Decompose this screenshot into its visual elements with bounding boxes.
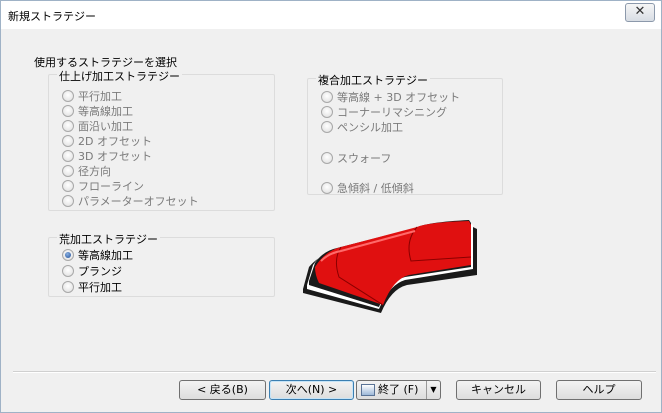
finish-button[interactable]: 終了 (F) ▼ — [356, 380, 441, 400]
radio-combined-swarf[interactable]: スウォーフ — [321, 151, 391, 165]
finish-label: 終了 (F) — [378, 383, 419, 396]
radio-button — [321, 152, 333, 164]
radio-button — [62, 265, 74, 277]
radio-finishing-radial[interactable]: 径方向 — [62, 164, 111, 178]
radio-finishing-parallel[interactable]: 平行加工 — [62, 89, 122, 103]
radio-finishing-parameter-offset[interactable]: パラメーターオフセット — [62, 194, 199, 208]
radio-button — [321, 121, 333, 133]
radio-button — [62, 90, 74, 102]
radio-combined-steep-shallow[interactable]: 急傾斜 / 低傾斜 — [321, 181, 414, 195]
help-button[interactable]: ヘルプ — [556, 380, 642, 400]
radio-combined-contour-3d-offset[interactable]: 等高線 + 3D オフセット — [321, 90, 460, 104]
button-separator — [13, 371, 656, 373]
radio-roughing-parallel[interactable]: 平行加工 — [62, 280, 122, 294]
chevron-down-icon[interactable]: ▼ — [426, 381, 440, 399]
back-button[interactable]: < 戻る(B) — [179, 380, 266, 400]
dialog-window: 新規ストラテジー ✕ 使用するストラテジーを選択 仕上げ加工ストラテジー 平行加… — [0, 0, 662, 413]
roughing-strategy-title: 荒加工ストラテジー — [57, 231, 160, 247]
radio-combined-corner-remachining[interactable]: コーナーリマシニング — [321, 105, 447, 119]
radio-button — [321, 182, 333, 194]
combined-strategy-title: 複合加工ストラテジー — [316, 72, 430, 88]
radio-button — [62, 195, 74, 207]
radio-button — [62, 165, 74, 177]
next-button[interactable]: 次へ(N) > — [269, 380, 354, 400]
radio-finishing-surface[interactable]: 面沿い加工 — [62, 119, 133, 133]
strategy-preview-image — [303, 220, 477, 313]
radio-finishing-contour[interactable]: 等高線加工 — [62, 104, 133, 118]
window-title: 新規ストラテジー — [8, 10, 96, 23]
radio-button — [62, 150, 74, 162]
radio-finishing-2d-offset[interactable]: 2D オフセット — [62, 134, 152, 148]
radio-roughing-contour[interactable]: 等高線加工 — [62, 248, 133, 262]
radio-finishing-3d-offset[interactable]: 3D オフセット — [62, 149, 152, 163]
finish-icon — [361, 384, 375, 396]
radio-button — [321, 91, 333, 103]
radio-button — [62, 105, 74, 117]
radio-button — [62, 135, 74, 147]
close-button[interactable]: ✕ — [625, 3, 655, 22]
finishing-strategy-title: 仕上げ加工ストラテジー — [57, 68, 182, 84]
radio-roughing-plunge[interactable]: プランジ — [62, 264, 122, 278]
radio-button — [62, 281, 74, 293]
radio-finishing-flowline[interactable]: フローライン — [62, 179, 144, 193]
cancel-button[interactable]: キャンセル — [456, 380, 541, 400]
combined-strategy-group: 複合加工ストラテジー 等高線 + 3D オフセット コーナーリマシニング ペンシ… — [307, 72, 503, 195]
radio-button — [62, 180, 74, 192]
radio-combined-pencil[interactable]: ペンシル加工 — [321, 120, 403, 134]
title-bar: 新規ストラテジー ✕ — [1, 1, 661, 29]
radio-button-selected — [62, 249, 74, 261]
radio-button — [62, 120, 74, 132]
dialog-body: 使用するストラテジーを選択 仕上げ加工ストラテジー 平行加工 等高線加工 面沿い… — [8, 37, 656, 407]
radio-button — [321, 106, 333, 118]
roughing-strategy-group: 荒加工ストラテジー 等高線加工 プランジ 平行加工 — [48, 231, 275, 297]
finishing-strategy-group: 仕上げ加工ストラテジー 平行加工 等高線加工 面沿い加工 2D オフセット 3D… — [48, 68, 275, 211]
